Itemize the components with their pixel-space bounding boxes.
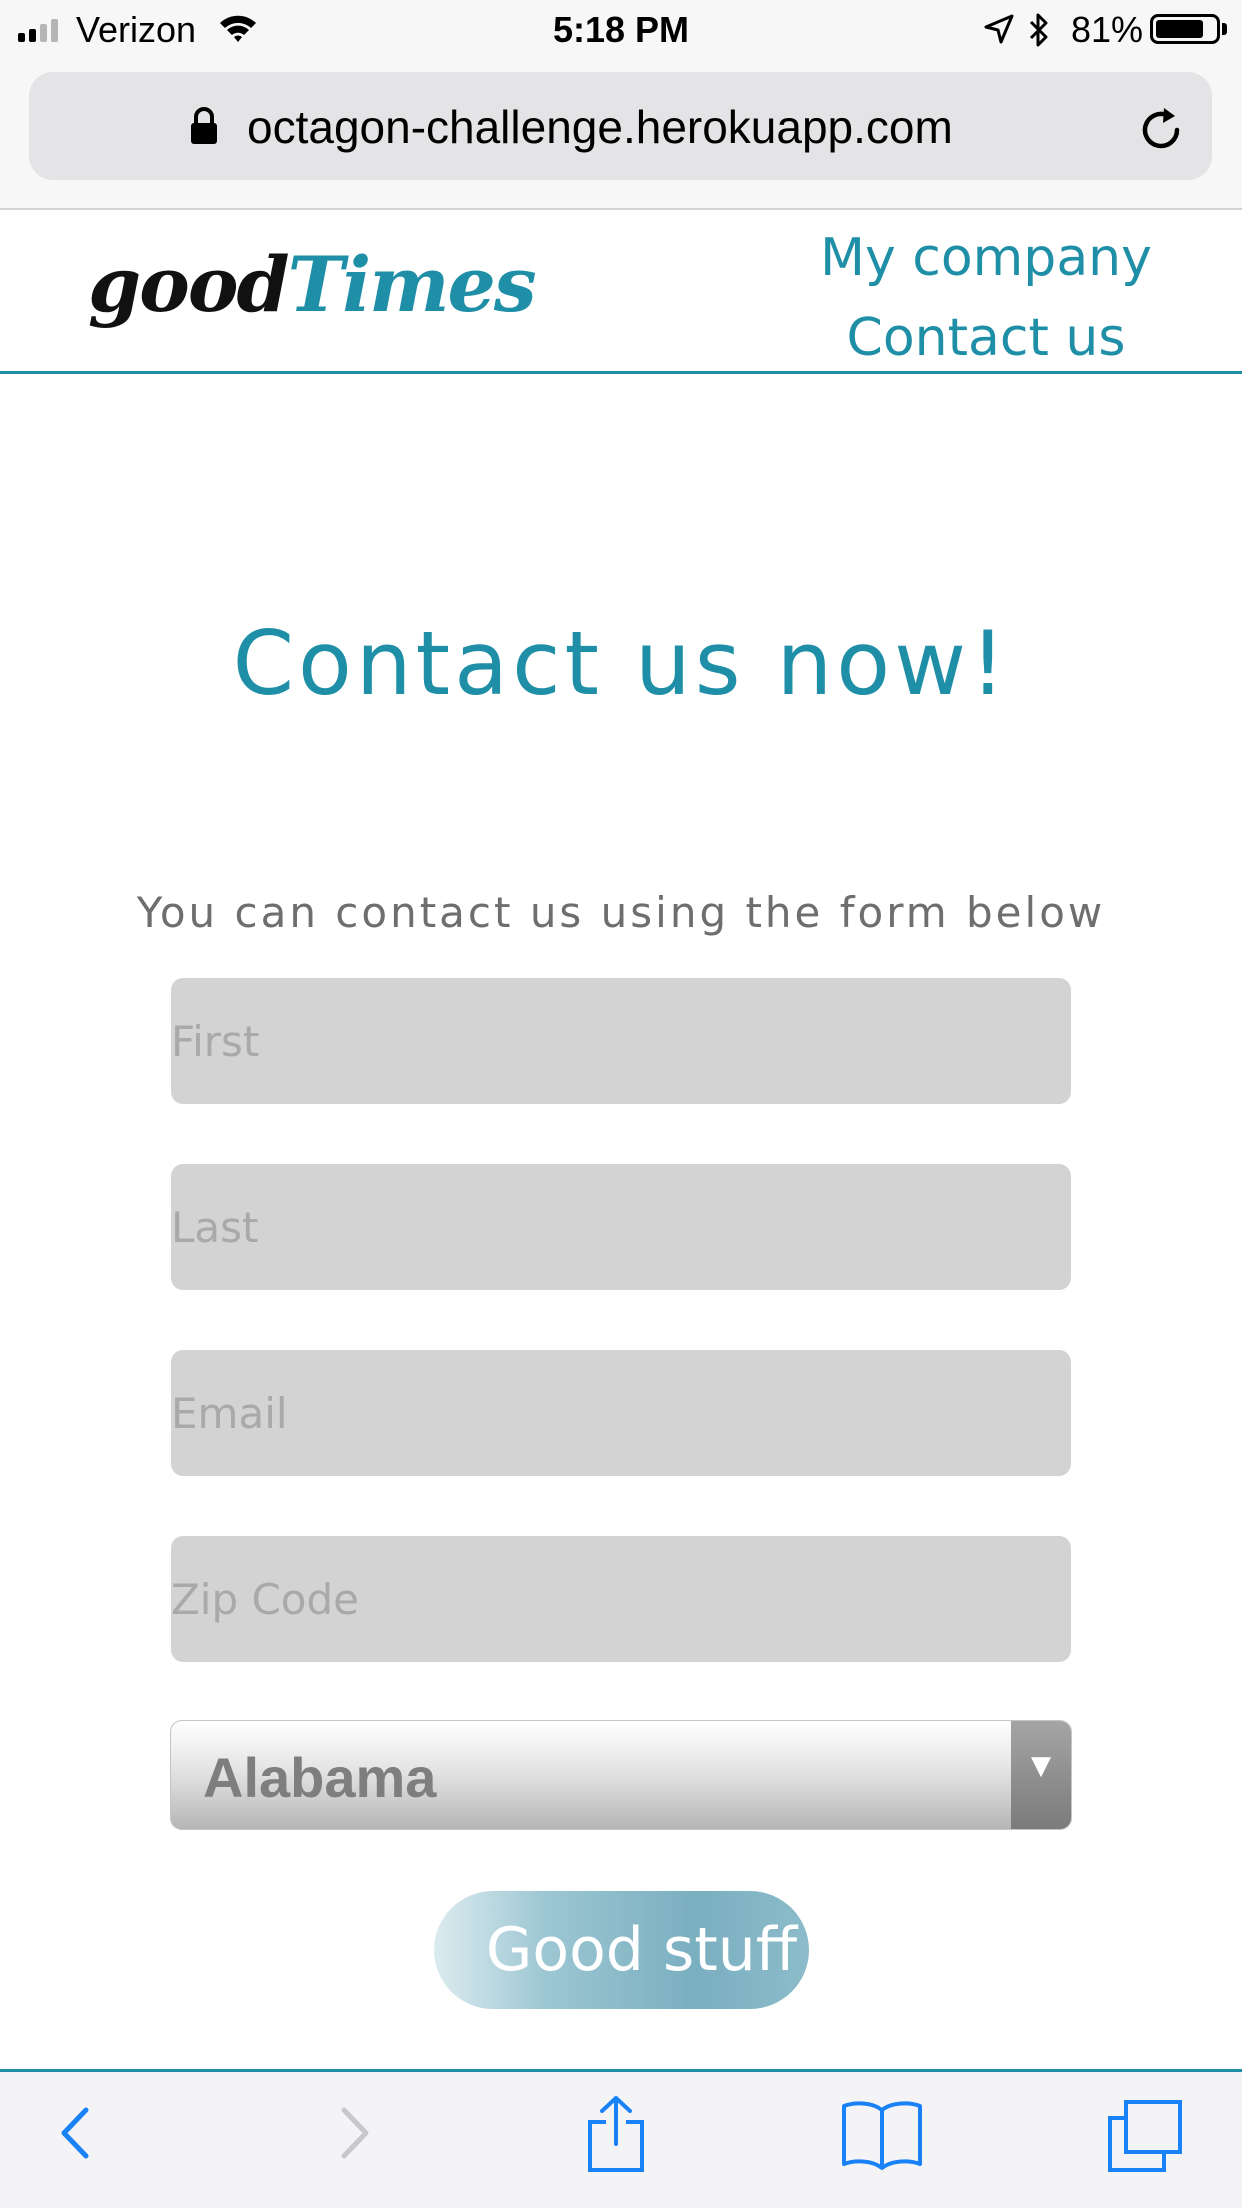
last-name-field[interactable] bbox=[171, 1164, 1071, 1290]
url-bar[interactable]: octagon-challenge.herokuapp.com bbox=[29, 72, 1212, 180]
battery-level-fill bbox=[1156, 20, 1203, 38]
logo-good-text: good bbox=[88, 240, 290, 329]
logo-times-text: Times bbox=[287, 240, 537, 329]
share-icon[interactable] bbox=[584, 2094, 648, 2178]
lock-icon bbox=[189, 106, 219, 150]
chevron-down-icon: ▼ bbox=[1031, 1751, 1051, 1781]
location-arrow-icon bbox=[984, 14, 1014, 49]
nav-my-company[interactable]: My company bbox=[730, 218, 1242, 298]
main-nav: My company Contact us bbox=[730, 218, 1242, 378]
email-field[interactable] bbox=[171, 1350, 1071, 1476]
back-icon[interactable] bbox=[52, 2098, 102, 2172]
form-subtitle: You can contact us using the form below bbox=[136, 888, 1106, 937]
page-title: Contact us now! bbox=[232, 612, 1010, 715]
battery-percent: 81% bbox=[1071, 9, 1144, 50]
browser-toolbar bbox=[0, 2072, 1242, 2208]
state-select[interactable]: Alabama ▼ bbox=[170, 1720, 1072, 1830]
nav-contact-us[interactable]: Contact us bbox=[730, 298, 1242, 378]
battery-icon bbox=[1150, 14, 1220, 44]
logo[interactable]: goodTimes bbox=[88, 240, 537, 329]
battery-nub bbox=[1222, 23, 1227, 35]
state-select-value: Alabama bbox=[203, 1746, 437, 1809]
status-time: 5:18 PM bbox=[552, 9, 690, 50]
first-name-field[interactable] bbox=[171, 978, 1071, 1104]
tabs-icon[interactable] bbox=[1106, 2098, 1186, 2178]
forward-icon[interactable] bbox=[328, 2098, 378, 2172]
browser-address-area: octagon-challenge.herokuapp.com bbox=[0, 62, 1242, 210]
submit-button[interactable]: Good stuff bbox=[434, 1891, 809, 2009]
bookmarks-icon[interactable] bbox=[840, 2098, 924, 2174]
zip-code-field[interactable] bbox=[171, 1536, 1071, 1662]
dropdown-arrow[interactable]: ▼ bbox=[1011, 1721, 1071, 1829]
url-text[interactable]: octagon-challenge.herokuapp.com bbox=[247, 100, 953, 154]
status-bar: Verizon 5:18 PM 81% bbox=[0, 0, 1242, 62]
reload-icon[interactable] bbox=[1137, 106, 1185, 158]
site-header: goodTimes My company Contact us bbox=[0, 210, 1242, 374]
bluetooth-icon bbox=[1028, 12, 1050, 53]
